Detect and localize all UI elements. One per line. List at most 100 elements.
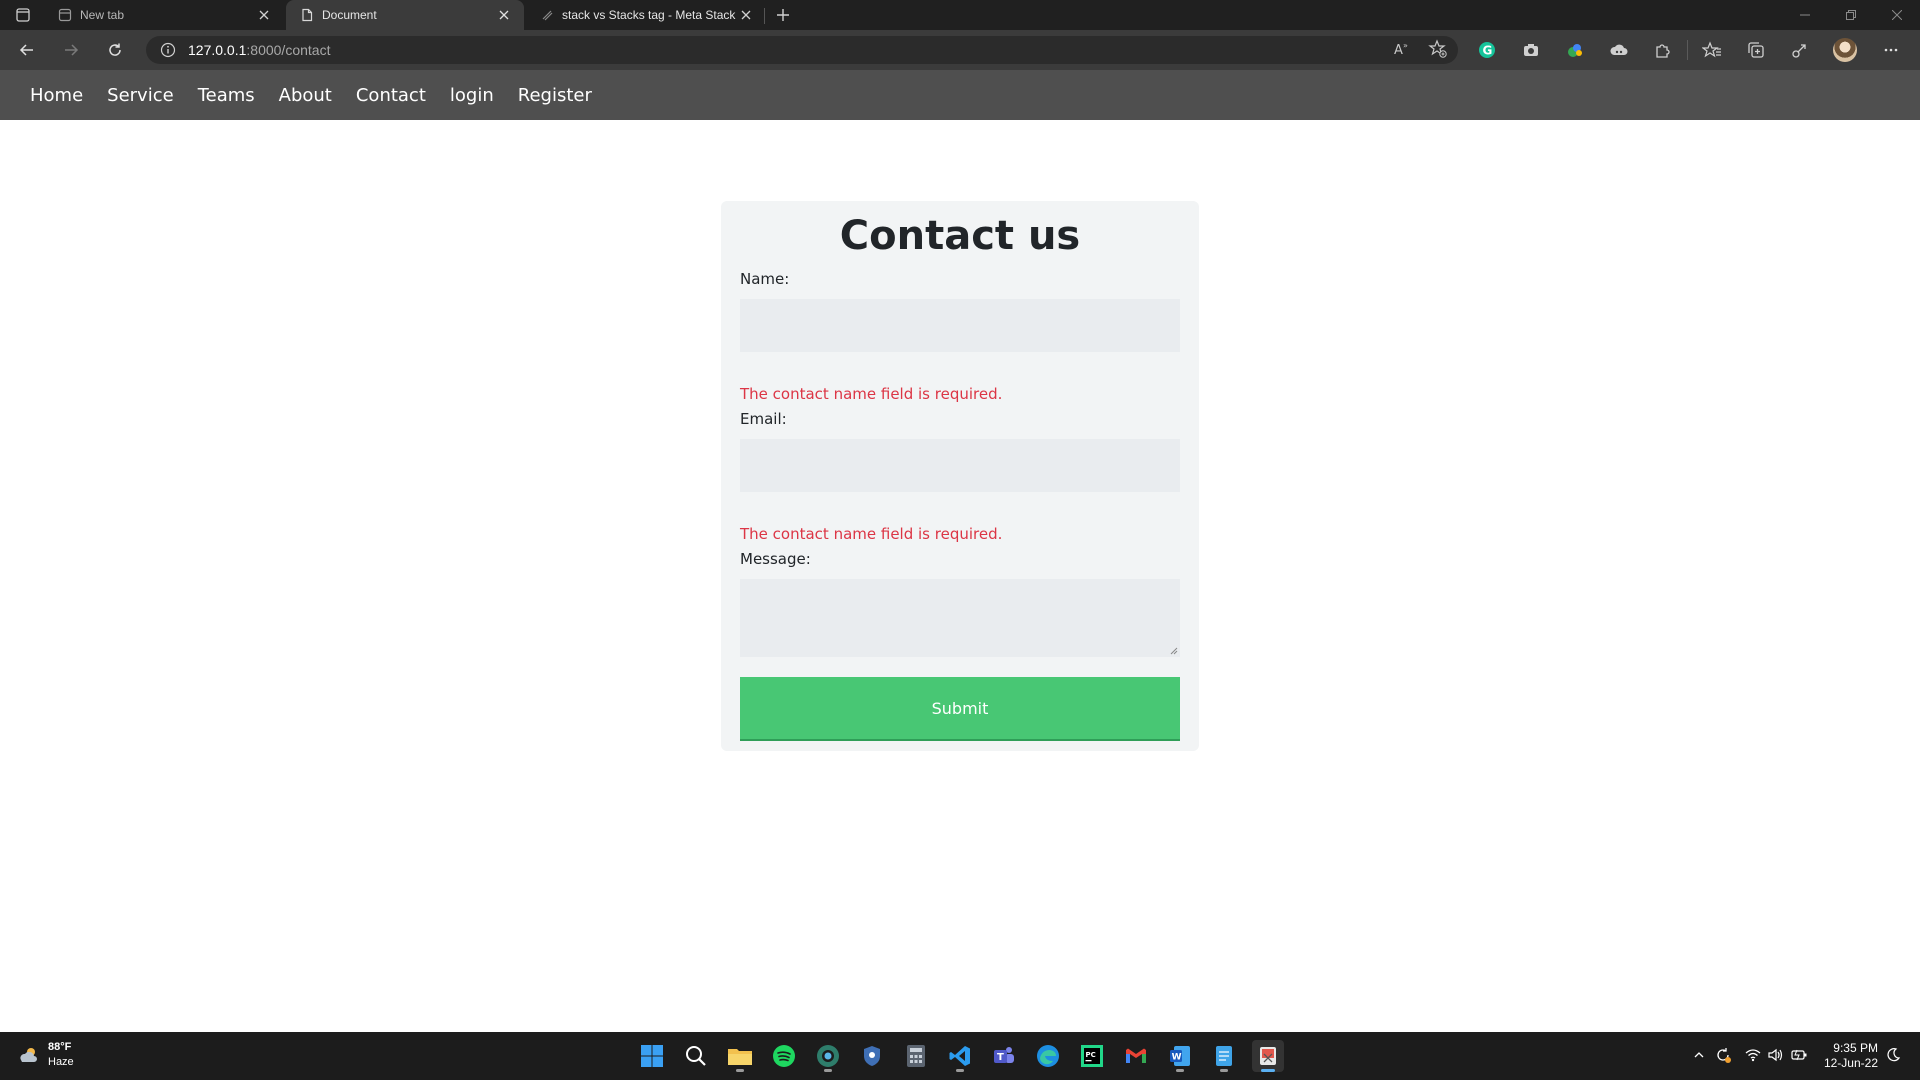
edge-dev-button[interactable] bbox=[812, 1040, 844, 1072]
camera-icon[interactable] bbox=[1519, 38, 1543, 62]
snipping-tool-button[interactable] bbox=[1252, 1040, 1284, 1072]
tab-close-icon[interactable] bbox=[496, 7, 512, 23]
message-field[interactable] bbox=[740, 579, 1180, 657]
start-button[interactable] bbox=[636, 1040, 668, 1072]
word-button[interactable]: W bbox=[1164, 1040, 1196, 1072]
minimize-button[interactable] bbox=[1782, 0, 1828, 30]
sync-icon bbox=[1717, 1048, 1731, 1063]
volume-button[interactable] bbox=[1766, 1046, 1784, 1064]
show-hidden-icons-button[interactable] bbox=[1690, 1046, 1708, 1064]
calculator-icon bbox=[907, 1045, 925, 1067]
favorites-icon[interactable] bbox=[1700, 38, 1724, 62]
active-indicator bbox=[1261, 1069, 1275, 1072]
arrow-right-icon bbox=[65, 44, 79, 56]
profile-avatar[interactable] bbox=[1833, 38, 1857, 62]
nav-contact[interactable]: Contact bbox=[356, 85, 426, 106]
volume-icon bbox=[1768, 1048, 1783, 1062]
nav-service[interactable]: Service bbox=[107, 85, 174, 106]
gmail-button[interactable] bbox=[1120, 1040, 1152, 1072]
minimize-icon bbox=[1800, 14, 1810, 16]
running-indicator bbox=[1176, 1069, 1184, 1072]
svg-text:W: W bbox=[1172, 1053, 1182, 1063]
svg-text:»: » bbox=[1403, 41, 1408, 50]
file-explorer-button[interactable] bbox=[724, 1040, 756, 1072]
reload-button[interactable] bbox=[100, 36, 130, 64]
new-tab-button[interactable] bbox=[770, 4, 796, 26]
spotify-icon bbox=[773, 1045, 795, 1067]
edge-dev-icon bbox=[817, 1045, 839, 1067]
stackexchange-icon bbox=[542, 10, 553, 21]
notepad-icon bbox=[1216, 1046, 1232, 1066]
name-error-message: The contact name field is required. bbox=[740, 385, 1003, 403]
edge-icon bbox=[1037, 1045, 1059, 1067]
back-button[interactable] bbox=[12, 36, 42, 64]
address-bar[interactable]: 127.0.0.1:8000/contact A» bbox=[146, 36, 1458, 64]
collections-icon[interactable] bbox=[1744, 38, 1768, 62]
pycharm-icon: PC bbox=[1081, 1045, 1103, 1067]
tab-actions-button[interactable] bbox=[10, 3, 36, 27]
browser-toolbar: 127.0.0.1:8000/contact A» G bbox=[0, 30, 1920, 70]
tab-close-icon[interactable] bbox=[738, 7, 754, 23]
more-button[interactable] bbox=[1876, 36, 1906, 64]
windows-taskbar: 88°F Haze T PC W 9:35 PM 12-Jun-22 bbox=[0, 1032, 1920, 1080]
vscode-button[interactable] bbox=[944, 1040, 976, 1072]
edge-button[interactable] bbox=[1032, 1040, 1064, 1072]
nav-home[interactable]: Home bbox=[30, 85, 83, 106]
restore-button[interactable] bbox=[1828, 0, 1874, 30]
browser-tab-strip: New tab Document stack vs Stacks tag - M… bbox=[0, 0, 1920, 30]
calculator-button[interactable] bbox=[900, 1040, 932, 1072]
info-icon[interactable] bbox=[160, 42, 176, 58]
add-favorite-icon[interactable] bbox=[1428, 39, 1448, 64]
svg-text:T: T bbox=[997, 1052, 1004, 1063]
teams-button[interactable]: T bbox=[988, 1040, 1020, 1072]
site-navbar: Home Service Teams About Contact login R… bbox=[0, 70, 1920, 120]
pycharm-button[interactable]: PC bbox=[1076, 1040, 1108, 1072]
grammarly-icon[interactable]: G bbox=[1475, 38, 1499, 62]
tab-document[interactable]: Document bbox=[286, 0, 524, 30]
gmail-icon bbox=[1126, 1048, 1146, 1063]
name-field[interactable] bbox=[740, 299, 1180, 352]
email-error-message: The contact name field is required. bbox=[740, 525, 1003, 543]
tab-close-icon[interactable] bbox=[256, 7, 272, 23]
close-icon bbox=[1892, 10, 1902, 20]
nav-register[interactable]: Register bbox=[518, 85, 592, 106]
tab-separator bbox=[764, 8, 765, 24]
svg-text:A: A bbox=[1394, 43, 1403, 58]
weather-widget[interactable]: 88°F Haze bbox=[18, 1040, 74, 1070]
clock-time: 9:35 PM bbox=[1833, 1041, 1878, 1055]
close-window-button[interactable] bbox=[1874, 0, 1920, 30]
tab-stack-exchange[interactable]: stack vs Stacks tag - Meta Stack Exchang… bbox=[526, 0, 766, 30]
cloud-extension-icon[interactable] bbox=[1607, 38, 1631, 62]
spotify-button[interactable] bbox=[768, 1040, 800, 1072]
nav-teams[interactable]: Teams bbox=[198, 85, 255, 106]
puzzle-icon[interactable] bbox=[1651, 38, 1675, 62]
search-icon bbox=[686, 1046, 706, 1066]
restore-icon bbox=[1846, 10, 1856, 20]
nav-about[interactable]: About bbox=[279, 85, 332, 106]
system-clock[interactable]: 9:35 PM 12-Jun-22 bbox=[1818, 1041, 1878, 1071]
tab-title: stack vs Stacks tag - Meta Stack Exchang… bbox=[562, 8, 738, 22]
tab-title: New tab bbox=[80, 8, 125, 22]
share-icon[interactable] bbox=[1788, 38, 1812, 62]
contact-form-card: Contact us Name: The contact name field … bbox=[721, 201, 1199, 751]
nav-login[interactable]: login bbox=[450, 85, 494, 106]
resize-handle-icon[interactable] bbox=[1170, 647, 1178, 655]
forward-button[interactable] bbox=[56, 36, 86, 64]
sync-status-button[interactable] bbox=[1714, 1046, 1732, 1064]
colorful-extension-icon[interactable] bbox=[1563, 38, 1587, 62]
read-aloud-icon[interactable]: A» bbox=[1392, 39, 1412, 64]
file-explorer-icon bbox=[728, 1049, 752, 1065]
submit-button[interactable]: Submit bbox=[740, 677, 1180, 741]
security-button[interactable] bbox=[856, 1040, 888, 1072]
wifi-button[interactable] bbox=[1744, 1046, 1762, 1064]
battery-button[interactable] bbox=[1790, 1046, 1808, 1064]
weather-condition: Haze bbox=[48, 1056, 74, 1068]
notepad-button[interactable] bbox=[1208, 1040, 1240, 1072]
focus-assist-button[interactable] bbox=[1884, 1046, 1902, 1064]
svg-text:PC: PC bbox=[1086, 1051, 1096, 1059]
document-icon bbox=[302, 8, 313, 22]
email-field[interactable] bbox=[740, 439, 1180, 492]
tab-new-tab[interactable]: New tab bbox=[44, 0, 284, 30]
taskbar-search-button[interactable] bbox=[680, 1040, 712, 1072]
more-icon bbox=[1884, 48, 1898, 52]
